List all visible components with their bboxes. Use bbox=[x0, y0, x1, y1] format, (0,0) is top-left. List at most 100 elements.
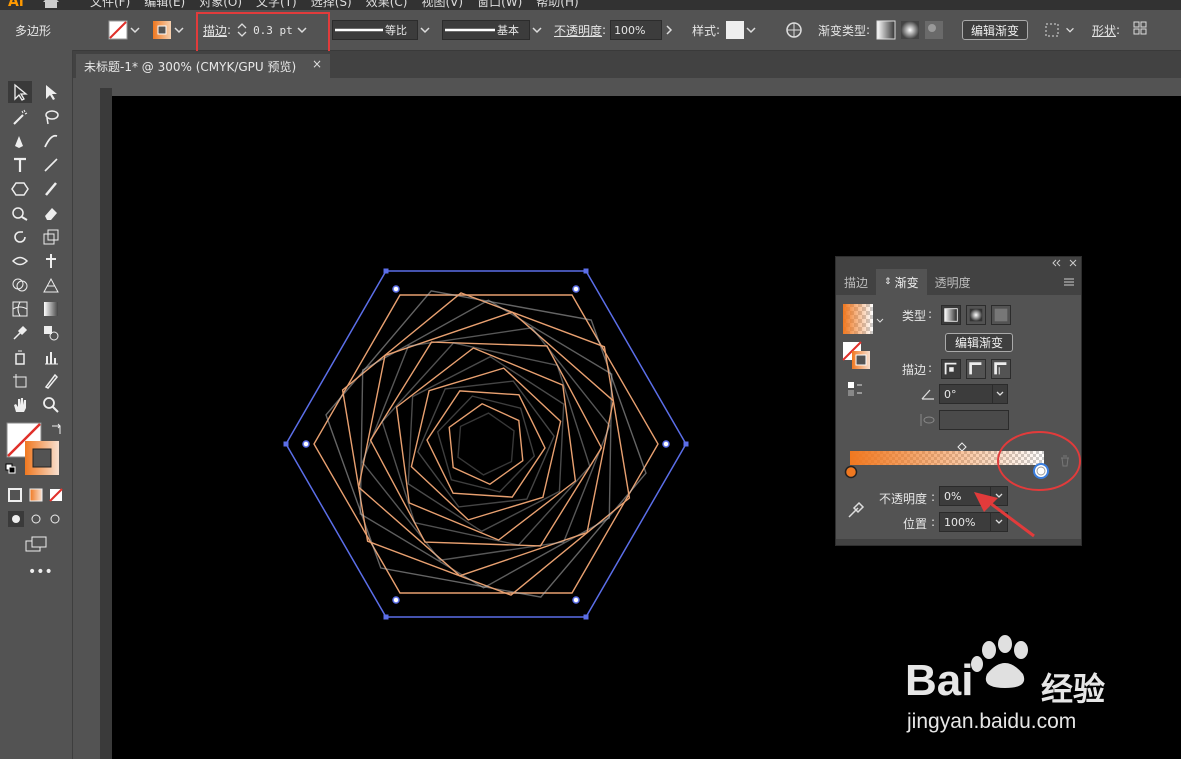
artboard-tool-icon[interactable] bbox=[9, 371, 31, 391]
puppet-warp-icon[interactable] bbox=[40, 251, 62, 271]
transform-grid-icon[interactable] bbox=[1132, 20, 1154, 40]
hand-tool-icon[interactable] bbox=[9, 395, 31, 415]
chevron-down-icon[interactable] bbox=[744, 23, 758, 37]
linear-type-button[interactable] bbox=[941, 305, 961, 325]
opacity-input[interactable]: 100% bbox=[610, 20, 663, 40]
lasso-tool-icon[interactable] bbox=[40, 107, 62, 127]
chevron-down-icon[interactable] bbox=[876, 317, 884, 325]
close-icon[interactable] bbox=[1069, 259, 1077, 267]
swap-icon[interactable] bbox=[49, 422, 63, 436]
zoom-tool-icon[interactable] bbox=[40, 395, 62, 415]
linear-gradient-icon[interactable] bbox=[876, 20, 896, 40]
align-icon[interactable] bbox=[1044, 21, 1064, 39]
color-stop-start[interactable] bbox=[844, 465, 858, 479]
corner-widget[interactable] bbox=[392, 285, 400, 293]
edit-gradient-panel-button[interactable]: 编辑渐变 bbox=[945, 333, 1013, 352]
chevron-down-icon[interactable] bbox=[128, 23, 142, 37]
panel-resize-grip[interactable] bbox=[836, 539, 1081, 545]
menu-item[interactable]: 编辑(E) bbox=[144, 0, 185, 10]
scale-tool-icon[interactable] bbox=[40, 227, 62, 247]
curvature-tool-icon[interactable] bbox=[40, 131, 62, 151]
type-tool-icon[interactable] bbox=[9, 155, 31, 175]
menu-item[interactable]: 帮助(H) bbox=[536, 0, 578, 10]
document-tab[interactable]: 未标题-1* @ 300% (CMYK/GPU 预览) × bbox=[76, 54, 330, 78]
chevron-down-icon[interactable] bbox=[530, 23, 544, 37]
anchor-point[interactable] bbox=[583, 268, 589, 274]
pen-tool-icon[interactable] bbox=[9, 131, 31, 151]
stroke-swatch[interactable] bbox=[152, 20, 172, 40]
radial-gradient-icon[interactable] bbox=[900, 20, 920, 40]
default-colors-icon[interactable] bbox=[5, 463, 17, 475]
fill-swatch[interactable] bbox=[108, 20, 128, 40]
direct-selection-tool-icon[interactable] bbox=[40, 82, 62, 102]
anchor-point[interactable] bbox=[683, 441, 689, 447]
magic-wand-icon[interactable] bbox=[9, 107, 31, 127]
slice-tool-icon[interactable] bbox=[40, 371, 62, 391]
mesh-tool-icon[interactable] bbox=[9, 299, 31, 319]
tab-gradient[interactable]: ⇕ 渐变 bbox=[876, 269, 927, 295]
anchor-point[interactable] bbox=[383, 614, 389, 620]
polygon-tool-icon[interactable] bbox=[9, 179, 31, 199]
eraser-tool-icon[interactable] bbox=[40, 203, 62, 223]
fill-stroke-mini-icon[interactable] bbox=[842, 341, 872, 371]
menu-item[interactable]: 文件(F) bbox=[90, 0, 130, 10]
rotate-tool-icon[interactable] bbox=[9, 227, 31, 247]
corner-widget[interactable] bbox=[392, 596, 400, 604]
home-icon[interactable] bbox=[42, 0, 60, 8]
tab-stroke[interactable]: 描边 bbox=[836, 269, 876, 295]
gradient-preview-swatch[interactable] bbox=[842, 303, 876, 335]
symbol-sprayer-icon[interactable] bbox=[9, 347, 31, 367]
style-swatch[interactable] bbox=[726, 21, 745, 39]
chevron-down-icon[interactable] bbox=[172, 23, 186, 37]
stroke-along-button[interactable] bbox=[966, 359, 986, 379]
menu-item[interactable]: 对象(O) bbox=[199, 0, 242, 10]
stroke-across-button[interactable] bbox=[991, 359, 1011, 379]
freeform-gradient-icon[interactable] bbox=[924, 20, 944, 40]
tab-transparency[interactable]: 透明度 bbox=[927, 269, 979, 295]
panel-menu-icon[interactable] bbox=[1063, 277, 1075, 287]
edit-gradient-button[interactable]: 编辑渐变 bbox=[962, 20, 1028, 40]
shape-builder-icon[interactable] bbox=[9, 275, 31, 295]
menu-item[interactable]: 选择(S) bbox=[311, 0, 352, 10]
width-tool-icon[interactable] bbox=[9, 251, 31, 271]
eyedropper-tool-icon[interactable] bbox=[9, 323, 31, 343]
brush-definition[interactable]: 基本 bbox=[442, 20, 530, 40]
freeform-type-button[interactable] bbox=[991, 305, 1011, 325]
anchor-point[interactable] bbox=[583, 614, 589, 620]
menu-item[interactable]: 效果(C) bbox=[366, 0, 408, 10]
chevron-down-icon[interactable] bbox=[418, 23, 432, 37]
draw-mode-icons[interactable] bbox=[8, 511, 64, 527]
menu-item[interactable]: 窗口(W) bbox=[477, 0, 522, 10]
color-mode-icons[interactable] bbox=[8, 487, 64, 503]
angle-input[interactable]: 0° bbox=[939, 384, 993, 404]
recolor-artwork-icon[interactable] bbox=[785, 21, 803, 39]
chevron-right-icon[interactable] bbox=[662, 23, 676, 37]
selection-tool-icon[interactable] bbox=[9, 82, 31, 102]
blend-tool-icon[interactable] bbox=[40, 323, 62, 343]
eyedropper-icon[interactable] bbox=[846, 500, 866, 520]
angle-dropdown[interactable] bbox=[992, 384, 1008, 404]
close-tab-icon[interactable]: × bbox=[312, 57, 322, 71]
anchor-point[interactable] bbox=[283, 441, 289, 447]
shaper-tool-icon[interactable] bbox=[9, 203, 31, 223]
screen-mode-icon[interactable] bbox=[24, 535, 48, 553]
paintbrush-tool-icon[interactable] bbox=[40, 179, 62, 199]
menu-item[interactable]: 文字(T) bbox=[256, 0, 297, 10]
corner-widget[interactable] bbox=[572, 596, 580, 604]
menu-item[interactable]: 视图(V) bbox=[421, 0, 463, 10]
corner-widget[interactable] bbox=[662, 440, 670, 448]
line-tool-icon[interactable] bbox=[40, 155, 62, 175]
more-tools-icon[interactable]: ••• bbox=[28, 564, 53, 580]
chevron-down-icon[interactable] bbox=[1064, 23, 1076, 37]
anchor-point[interactable] bbox=[383, 268, 389, 274]
reverse-gradient-icon[interactable] bbox=[846, 380, 864, 398]
shape-label[interactable]: 形状 bbox=[1092, 22, 1116, 39]
stroke-within-button[interactable] bbox=[941, 359, 961, 379]
polygon-artwork[interactable] bbox=[276, 262, 696, 622]
perspective-grid-icon[interactable] bbox=[40, 275, 62, 295]
opacity-label[interactable]: 不透明度 bbox=[554, 22, 602, 39]
radial-type-button[interactable] bbox=[966, 305, 986, 325]
column-graph-icon[interactable] bbox=[40, 347, 62, 367]
selection-outline[interactable] bbox=[285, 270, 687, 618]
collapse-icon[interactable] bbox=[1051, 259, 1061, 267]
